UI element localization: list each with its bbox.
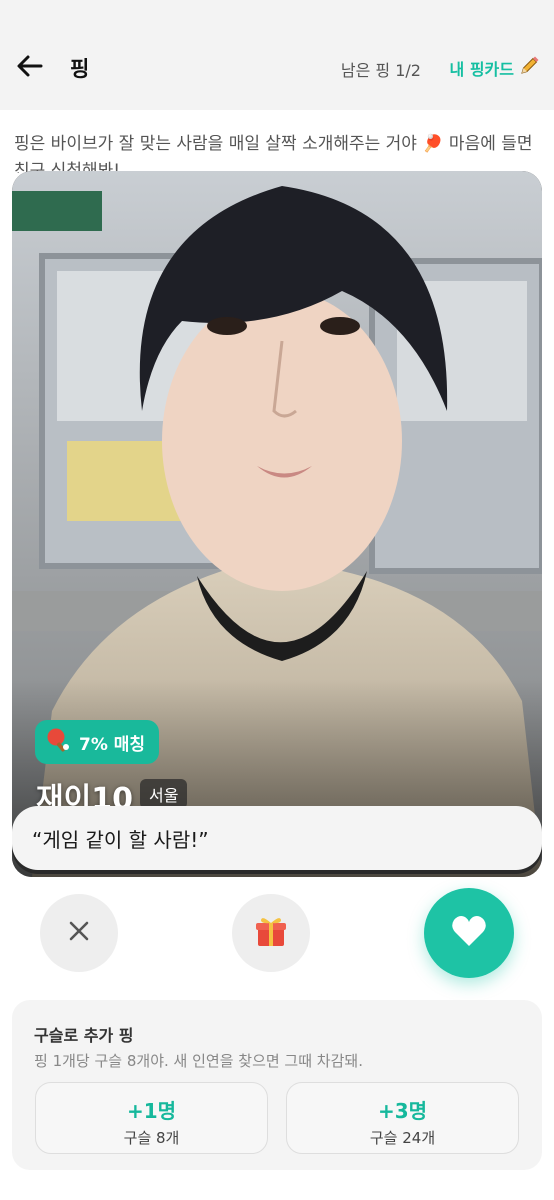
heart-icon [451,914,487,952]
back-arrow-icon[interactable] [14,50,46,82]
pencil-icon [518,55,540,81]
match-percentage-badge: 7% 매칭 [35,720,160,764]
profile-photo-card[interactable]: 7% 매칭 재이10 서울 [12,171,542,877]
pass-button[interactable] [40,894,118,972]
extra-ping-title: 구슬로 추가 핑 [34,1026,134,1045]
extra-ping-description: 핑 1개당 구슬 8개야. 새 인연을 찾으면 그때 차감돼. [34,1052,363,1070]
ping-pong-icon [45,727,71,758]
profile-photo [12,171,542,877]
app-header: 핑 남은 핑 1/2 내 핑카드 [0,0,554,110]
profile-quote: “게임 같이 할 사람!” [12,806,542,870]
remaining-pings: 남은 핑 1/2 [340,61,421,80]
option-count: +3명 [377,1099,428,1123]
close-icon [67,919,91,947]
my-ping-card-link[interactable]: 내 핑카드 [450,55,540,81]
gift-button[interactable] [232,894,310,972]
region-badge: 서울 [140,779,188,809]
option-cost: 구슬 8개 [123,1129,180,1147]
gift-icon [253,913,289,953]
like-button[interactable] [424,888,514,978]
intro-text: 핑은 바이브가 잘 맞는 사람을 매일 살짝 소개해주는 거야 🏓 마음에 들면… [14,134,533,173]
match-text: 7% 매칭 [79,734,146,755]
option-count: +1명 [126,1099,177,1123]
my-ping-card-label: 내 핑카드 [449,60,514,79]
option-cost: 구슬 24개 [369,1129,436,1147]
buy-one-ping-button[interactable]: +1명 구슬 8개 [35,1082,268,1154]
page-title: 핑 [70,57,90,81]
extra-ping-panel: 구슬로 추가 핑 핑 1개당 구슬 8개야. 새 인연을 찾으면 그때 차감돼.… [12,1000,542,1170]
buy-three-pings-button[interactable]: +3명 구슬 24개 [286,1082,519,1154]
